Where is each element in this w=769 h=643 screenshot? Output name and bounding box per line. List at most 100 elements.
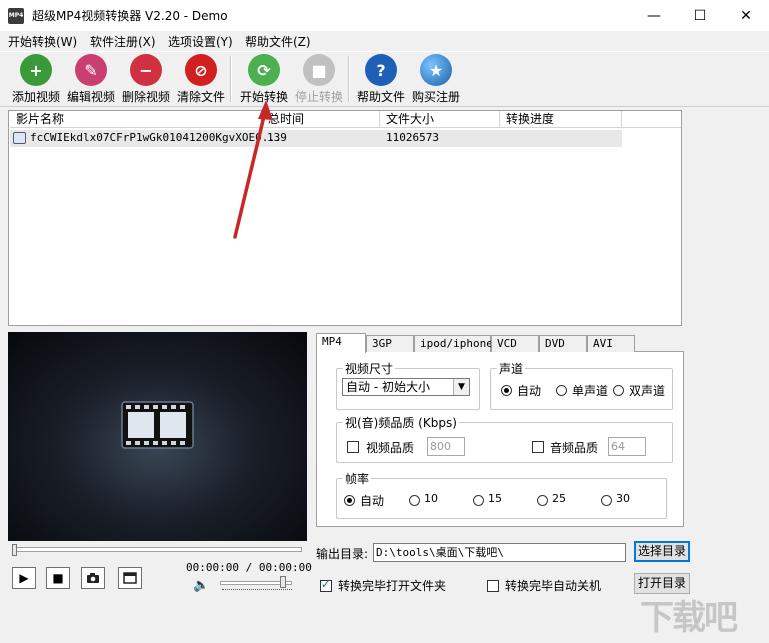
channel-auto-radio[interactable] <box>501 385 512 396</box>
menu-start-convert[interactable]: 开始转换(W) <box>8 33 77 50</box>
stop-convert-icon: ■ <box>303 54 335 86</box>
tab-mp4[interactable]: MP4 <box>316 333 366 353</box>
edit-video-icon: ✎ <box>75 54 107 86</box>
tab-3gp[interactable]: 3GP <box>366 335 414 352</box>
browse-dir-button[interactable]: 选择目录 <box>634 541 690 562</box>
chevron-down-icon[interactable]: ▼ <box>453 379 469 395</box>
open-folder-label: 转换完毕打开文件夹 <box>338 579 447 593</box>
quality-label: 视(音)频品质 (Kbps) <box>345 416 457 430</box>
maximize-button[interactable]: ☐ <box>677 0 723 31</box>
shutdown-checkbox[interactable] <box>487 580 499 592</box>
play-button[interactable]: ▶ <box>12 567 36 589</box>
framerate-10-label: 10 <box>424 492 438 505</box>
video-file-icon <box>13 132 26 144</box>
delete-video-icon: − <box>130 54 162 86</box>
help-button[interactable]: ? 帮助文件 <box>353 53 409 105</box>
cell-name: fcCWIEkdlx07CFrP1wGk01041200KgvXOE0... <box>30 131 282 144</box>
stop-convert-label: 停止转换 <box>294 90 343 104</box>
output-dir-label: 输出目录: <box>316 547 369 561</box>
window-title: 超级MP4视频转换器 V2.20 - Demo <box>32 9 228 23</box>
snapshot-button[interactable] <box>81 567 105 589</box>
menu-help[interactable]: 帮助文件(Z) <box>245 33 311 50</box>
framerate-10-radio[interactable] <box>409 495 420 506</box>
fullscreen-icon <box>123 572 137 584</box>
video-size-label: 视频尺寸 <box>345 362 394 376</box>
stop-convert-button[interactable]: ■ 停止转换 <box>291 53 347 105</box>
framerate-label: 帧率 <box>345 472 370 486</box>
framerate-30-radio[interactable] <box>601 495 612 506</box>
cell-duration: 139 <box>267 131 287 144</box>
channel-mono-radio[interactable] <box>556 385 567 396</box>
video-quality-label: 视频品质 <box>366 441 415 455</box>
edit-video-label: 编辑视频 <box>66 90 115 104</box>
edit-video-button[interactable]: ✎ 编辑视频 <box>63 53 119 105</box>
add-video-button[interactable]: + 添加视频 <box>8 53 64 105</box>
watermark-logo: 下载吧 <box>640 598 738 638</box>
clear-files-icon: ⊘ <box>185 54 217 86</box>
cell-size: 11026573 <box>386 131 439 144</box>
open-folder-checkbox[interactable] <box>320 578 332 592</box>
toolbar-separator <box>348 56 350 102</box>
column-header-size[interactable]: 文件大小 <box>380 111 500 128</box>
output-dir-input[interactable]: D:\tools\桌面\下载吧\ <box>373 543 626 562</box>
toolbar-separator <box>230 56 232 102</box>
menu-options[interactable]: 选项设置(Y) <box>168 33 233 50</box>
add-video-label: 添加视频 <box>11 90 60 104</box>
clear-files-button[interactable]: ⊘ 清除文件 <box>173 53 229 105</box>
video-quality-input[interactable]: 800 <box>427 437 465 456</box>
video-quality-checkbox[interactable] <box>347 441 359 453</box>
framerate-15-label: 15 <box>488 492 502 505</box>
tab-avi[interactable]: AVI <box>587 335 635 352</box>
buy-register-label: 购买注册 <box>411 90 460 104</box>
buy-register-icon: ★ <box>420 54 452 86</box>
framerate-30-label: 30 <box>616 492 630 505</box>
channel-stereo-label: 双声道 <box>629 384 666 398</box>
volume-ticks <box>222 589 292 592</box>
delete-video-button[interactable]: − 删除视频 <box>118 53 174 105</box>
speaker-icon[interactable]: 🔈 <box>193 578 209 593</box>
column-header-progress[interactable]: 转换进度 <box>500 111 622 128</box>
app-icon: MP4 <box>8 8 24 24</box>
framerate-15-radio[interactable] <box>473 495 484 506</box>
video-size-value: 自动 - 初始大小 <box>346 380 430 394</box>
minimize-button[interactable]: — <box>631 0 677 31</box>
seek-handle[interactable] <box>12 544 17 556</box>
audio-quality-input[interactable]: 64 <box>608 437 646 456</box>
column-header-duration[interactable]: 总时间 <box>262 111 380 128</box>
channel-mono-label: 单声道 <box>572 384 609 398</box>
framerate-25-label: 25 <box>552 492 566 505</box>
channel-stereo-radio[interactable] <box>613 385 624 396</box>
stop-button[interactable]: ■ <box>46 567 70 589</box>
channel-auto-label: 自动 <box>517 384 542 398</box>
timecode: 00:00:00 / 00:00:00 <box>186 561 312 574</box>
column-header-filler <box>622 111 681 128</box>
menu-register[interactable]: 软件注册(X) <box>90 33 156 50</box>
add-video-icon: + <box>20 54 52 86</box>
help-icon: ? <box>365 54 397 86</box>
audio-channel-label: 声道 <box>499 362 524 376</box>
help-label: 帮助文件 <box>356 90 405 104</box>
start-convert-icon: ⟳ <box>248 54 280 86</box>
volume-handle[interactable] <box>280 576 286 588</box>
film-reel-icon <box>121 401 194 449</box>
fullscreen-button[interactable] <box>118 567 142 589</box>
shutdown-label: 转换完毕自动关机 <box>505 579 602 593</box>
close-button[interactable]: ✕ <box>723 0 769 31</box>
framerate-25-radio[interactable] <box>537 495 548 506</box>
seek-bar[interactable] <box>14 547 302 552</box>
audio-quality-label: 音频品质 <box>550 441 599 455</box>
camera-icon <box>87 573 99 583</box>
audio-quality-checkbox[interactable] <box>532 441 544 453</box>
buy-register-button[interactable]: ★ 购买注册 <box>408 53 464 105</box>
framerate-auto-radio[interactable] <box>344 495 355 506</box>
video-size-select[interactable]: 自动 - 初始大小 ▼ <box>342 378 470 396</box>
framerate-auto-label: 自动 <box>360 494 385 508</box>
start-convert-label: 开始转换 <box>239 90 288 104</box>
start-convert-button[interactable]: ⟳ 开始转换 <box>236 53 292 105</box>
tab-dvd[interactable]: DVD <box>539 335 587 352</box>
tab-vcd[interactable]: VCD <box>491 335 539 352</box>
clear-files-label: 清除文件 <box>176 90 225 104</box>
tab-ipod-iphone[interactable]: ipod/iphone <box>414 335 493 352</box>
column-header-name[interactable]: 影片名称 <box>10 111 262 128</box>
delete-video-label: 删除视频 <box>121 90 170 104</box>
